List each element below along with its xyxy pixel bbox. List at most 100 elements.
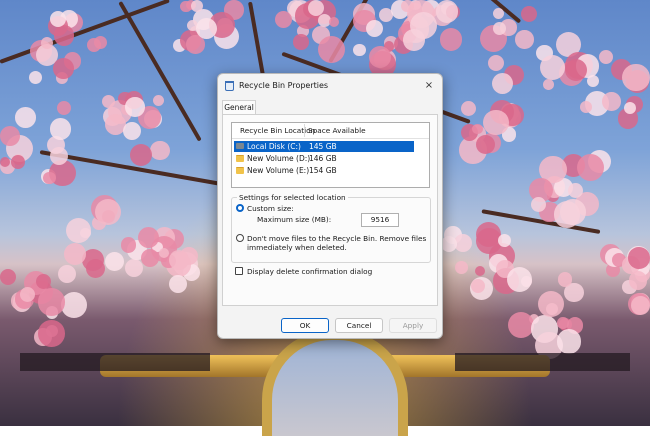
space-available: 146 GB [309, 154, 337, 163]
blossom [38, 320, 65, 347]
blossom [19, 287, 35, 303]
dont-move-files-label-line2: immediately when deleted. [247, 243, 347, 252]
blossom [553, 201, 581, 228]
list-header: Recycle Bin Location Space Available [232, 123, 429, 139]
blossom [576, 153, 604, 181]
title-bar[interactable]: Recycle Bin Properties × [218, 74, 442, 98]
blossom [542, 79, 554, 91]
blossom [0, 125, 20, 146]
blossom [61, 291, 88, 318]
blossom [520, 6, 537, 23]
folder-drive-icon [236, 167, 244, 174]
blossom [630, 295, 650, 315]
list-item-local-disk-c[interactable]: Local Disk (C:) 145 GB [234, 141, 414, 152]
max-size-label: Maximum size (MB): [257, 215, 332, 224]
blossom [409, 12, 437, 40]
blossom [95, 198, 122, 225]
blossom [491, 72, 514, 95]
location-name: New Volume (D:) [247, 154, 311, 163]
blossom [622, 63, 650, 92]
blossom [196, 17, 218, 39]
blossom [455, 261, 468, 274]
blossom [579, 100, 592, 113]
blossom [120, 237, 137, 253]
delete-confirmation-checkbox[interactable] [235, 267, 243, 275]
list-item-new-volume-e[interactable]: New Volume (E:) 154 GB [234, 165, 414, 176]
recycle-bin-properties-dialog: Recycle Bin Properties × General Recycle… [217, 73, 443, 339]
custom-size-radio[interactable] [236, 204, 244, 212]
blossom [53, 58, 74, 79]
blossom [353, 43, 366, 56]
blossom [159, 247, 170, 258]
blossom [190, 0, 203, 13]
blossom [493, 22, 507, 35]
blossom [11, 154, 26, 169]
blossom [475, 135, 495, 155]
blossom [537, 290, 564, 317]
blossom [483, 109, 509, 136]
blossom [567, 182, 583, 199]
blossom [628, 270, 648, 290]
blossom [556, 316, 569, 329]
blossom [602, 92, 621, 111]
blossom [401, 0, 414, 13]
blossom [129, 144, 152, 167]
delete-confirmation-label: Display delete confirmation dialog [247, 267, 373, 276]
blossom [539, 54, 565, 80]
folder-drive-icon [236, 155, 244, 162]
ok-button[interactable]: OK [281, 318, 329, 333]
blossom [293, 34, 309, 50]
crowd-right [455, 353, 630, 371]
location-name: Local Disk (C:) [247, 142, 301, 151]
blossom [85, 258, 105, 278]
blossom [556, 329, 582, 354]
blossom [122, 122, 141, 141]
system-drive-icon [236, 143, 244, 149]
custom-size-label: Custom size: [247, 204, 294, 213]
blossom [28, 70, 42, 84]
general-tab-panel: Recycle Bin Location Space Available Loc… [222, 114, 438, 306]
blossom [515, 30, 534, 49]
blossom [628, 247, 650, 269]
space-available: 145 GB [309, 142, 337, 151]
column-header-space[interactable]: Space Available [308, 126, 366, 135]
blossom [64, 243, 86, 266]
blossom [105, 251, 125, 271]
settings-group: Settings for selected location Custom si… [231, 193, 431, 263]
blossom [472, 123, 483, 135]
crowd-left [20, 353, 210, 371]
close-button[interactable]: × [422, 79, 436, 93]
cancel-button[interactable]: Cancel [335, 318, 383, 333]
blossom [492, 7, 505, 19]
recycle-bin-location-list[interactable]: Recycle Bin Location Space Available Loc… [231, 122, 430, 188]
dialog-title: Recycle Bin Properties [239, 81, 329, 90]
blossom [37, 288, 65, 316]
blossom [624, 101, 637, 114]
blossom [40, 36, 54, 49]
tab-general[interactable]: General [222, 100, 256, 115]
dont-move-files-radio[interactable] [236, 234, 244, 242]
settings-group-legend: Settings for selected location [237, 193, 348, 202]
blossom [0, 269, 16, 286]
blossom [43, 171, 56, 184]
blossom [125, 97, 145, 117]
apply-button[interactable]: Apply [389, 318, 437, 333]
location-name: New Volume (E:) [247, 166, 310, 175]
column-separator[interactable] [304, 124, 305, 137]
blossom [65, 218, 91, 244]
recycle-bin-icon [225, 81, 234, 91]
space-available: 154 GB [309, 166, 337, 175]
blossom [15, 107, 36, 128]
blossom [474, 266, 485, 277]
max-size-input[interactable]: 9516 [361, 213, 399, 227]
blossom [530, 197, 546, 213]
blossom [149, 140, 170, 161]
blossom [49, 146, 68, 166]
blossom [49, 10, 66, 27]
blossom [557, 272, 573, 287]
dont-move-files-label-line1: Don't move files to the Recycle Bin. Rem… [247, 234, 427, 243]
blossom [439, 28, 463, 51]
list-item-new-volume-d[interactable]: New Volume (D:) 146 GB [234, 153, 414, 164]
blossom [366, 19, 384, 37]
blossom [435, 0, 459, 23]
